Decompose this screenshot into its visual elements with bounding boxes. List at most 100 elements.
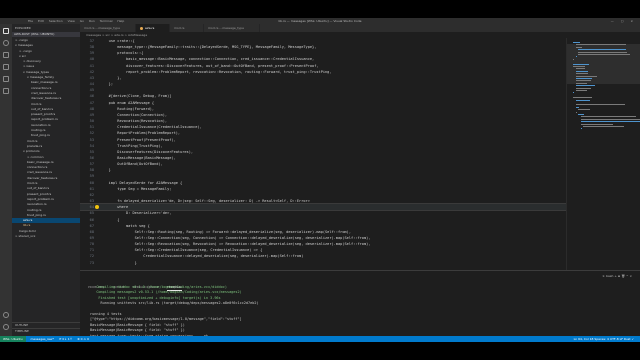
minimap-line	[578, 49, 627, 51]
minimap-line	[580, 121, 640, 123]
minimap-line	[573, 97, 593, 99]
menu-item-file[interactable]: File	[28, 19, 33, 23]
window-controls[interactable]: — ▢ ×	[611, 19, 636, 23]
code-text: Self::Seg::Routing(seg, Routing) => Forw…	[100, 229, 351, 234]
minimap-line	[578, 109, 590, 111]
gear-icon[interactable]	[3, 324, 9, 330]
code-text: CredentialIssuance(CredentialIssuance),	[100, 125, 202, 130]
minimap-line	[575, 73, 589, 75]
remote-explorer-icon[interactable]	[3, 88, 9, 94]
minimap-line	[575, 87, 591, 89]
code-text: impl DelayedSerde for A2AMessage {	[100, 180, 183, 185]
code-line[interactable]: 73 }	[80, 260, 566, 266]
code-text: message_type::{MessageFamily::traits::{D…	[100, 45, 317, 50]
code-text: protocols::{	[100, 51, 144, 56]
code-text: Self::Seg::CredentialIssuance(seg, Crede…	[100, 248, 263, 253]
code-text: report_problem::ProblemReport, revocatio…	[100, 69, 332, 74]
source-control-icon[interactable]	[3, 52, 9, 58]
outline-section[interactable]: OUTLINE	[12, 322, 80, 327]
code-text: where	[100, 205, 129, 210]
minimap-line	[575, 111, 577, 113]
lightbulb-icon[interactable]	[95, 205, 99, 210]
code-text: use crate::{	[100, 39, 135, 43]
editor-tab[interactable]: mod.rs	[170, 24, 204, 32]
code-text: D: Deserializer<'de>,	[100, 211, 172, 216]
explorer-header: EXPLORER	[15, 26, 31, 30]
minimap-line	[575, 90, 588, 91]
minimap-line	[573, 42, 580, 43]
minimap-line	[575, 68, 586, 70]
git-branch[interactable]: messages_rew*	[30, 337, 54, 341]
minimap-line	[578, 54, 631, 55]
minimap-line	[573, 63, 590, 65]
menu-item-terminal[interactable]: Terminal	[100, 19, 113, 23]
editor-status[interactable]: Ln 64, Col 18 Spaces: 4 UTF-8 LF Rust ✓	[574, 336, 634, 342]
minimap-line	[580, 118, 640, 120]
search-icon[interactable]	[3, 40, 9, 46]
workspace-folder[interactable]: AWS-RUST (WSL: UBUNTU)	[12, 32, 80, 37]
code-text: pub enum A2AMessage {	[100, 100, 155, 105]
status-bar: WSL: Ubuntu messages_rew* ⟳ 0↓ 1↑ ⊗ 0 ⚠ …	[0, 336, 640, 342]
sync-status[interactable]: ⟳ 0↓ 1↑	[59, 337, 72, 341]
panel-tabs: PROBLEMS OUTPUT DEBUG CONSOLE TERMINAL	[88, 273, 190, 291]
terminal-controls[interactable]: 1: bash + ⊟ 🗑 ^ ×	[602, 273, 632, 279]
account-icon[interactable]	[3, 312, 9, 318]
code-text: };	[100, 82, 113, 87]
tree-folder[interactable]: > shared_vcx	[12, 234, 80, 239]
code-text: {	[100, 217, 120, 222]
remote-indicator[interactable]: WSL: Ubuntu	[0, 336, 26, 342]
rust-file-icon	[140, 26, 143, 30]
problems-count[interactable]: ⊗ 0 ⚠ 0	[77, 337, 89, 341]
code-text: Self::Seg::Revocation(seg, Revocation) =…	[100, 242, 371, 247]
code-text: Routing(Forward),	[100, 106, 155, 111]
code-text: }	[100, 168, 111, 173]
minimap-line	[575, 106, 579, 108]
code-text: PresentProof(PresentProof),	[100, 137, 176, 142]
run-debug-icon[interactable]	[3, 64, 9, 70]
minimap-line	[573, 66, 585, 67]
minimap-line	[578, 114, 585, 115]
editor-tab-label: mod.rs	[174, 26, 185, 30]
bottom-panel: PROBLEMS OUTPUT DEBUG CONSOLE TERMINAL 1: b…	[80, 270, 640, 336]
menu-item-selection[interactable]: Selection	[49, 19, 63, 23]
extensions-icon[interactable]	[3, 76, 9, 82]
menu-item-go[interactable]: Go	[80, 19, 84, 23]
vscode-window: File Edit Selection View Go Run Terminal Help l…	[0, 18, 640, 342]
editor-tabs: mod.rs ...message_type a2a.rs mod.rs mod.rs…	[80, 24, 640, 32]
menu-item-run[interactable]: Run	[89, 19, 95, 23]
code-text: TrustPing(TrustPing),	[100, 143, 163, 148]
code-text: },	[100, 75, 122, 80]
editor-tab[interactable]: mod.rs ...message_type	[80, 24, 136, 32]
code-text: fn delayed_deserialize<'de, D>(seg: Self…	[100, 199, 310, 204]
minimap[interactable]	[566, 38, 640, 270]
menu-item-help[interactable]: Help	[117, 19, 124, 23]
minimap-line	[575, 56, 577, 58]
minimap-line	[575, 70, 589, 72]
terminal-output[interactable]: Compiling diddoc v0.1.0 (/home/bogdan/Co…	[90, 285, 630, 336]
minimap-line	[575, 104, 625, 106]
minimap-line	[580, 128, 582, 130]
editor-tab[interactable]: a2a.rs	[136, 24, 170, 32]
minimap-line	[575, 46, 583, 48]
code-text: BasicMessage(BasicMessage),	[100, 155, 176, 160]
explorer-sidebar: EXPLORER AWS-RUST (WSL: UBUNTU) > .cargo…	[12, 24, 80, 336]
minimap-line	[575, 80, 591, 82]
timeline-section[interactable]: TIMELINE	[12, 328, 80, 333]
menu-item-view[interactable]: View	[68, 19, 75, 23]
explorer-icon[interactable]	[3, 28, 9, 34]
minimap-line	[575, 44, 627, 46]
minimap-line	[573, 92, 574, 94]
line-number: 73	[89, 260, 94, 265]
minimap-line	[575, 82, 588, 84]
code-editor[interactable]: 37 use crate::{38 message_type::{Message…	[80, 38, 566, 270]
code-text: basic_message::BasicMessage, connection:…	[100, 57, 315, 62]
menu-item-edit[interactable]: Edit	[38, 19, 44, 23]
editor-tab-label: mod.rs ...message_type	[84, 26, 120, 30]
minimap-line	[575, 78, 592, 79]
minimap-line	[575, 99, 590, 101]
code-text: type Seg = MessageFamily;	[100, 186, 172, 191]
code-text: }	[100, 260, 137, 265]
editor-tab[interactable]: mod.rs ...message_type	[204, 24, 260, 32]
code-text: OutOfBand(OutOfBand),	[100, 162, 163, 167]
code-text: Self::Seg::Connection(seg, Connection) =…	[100, 236, 371, 240]
